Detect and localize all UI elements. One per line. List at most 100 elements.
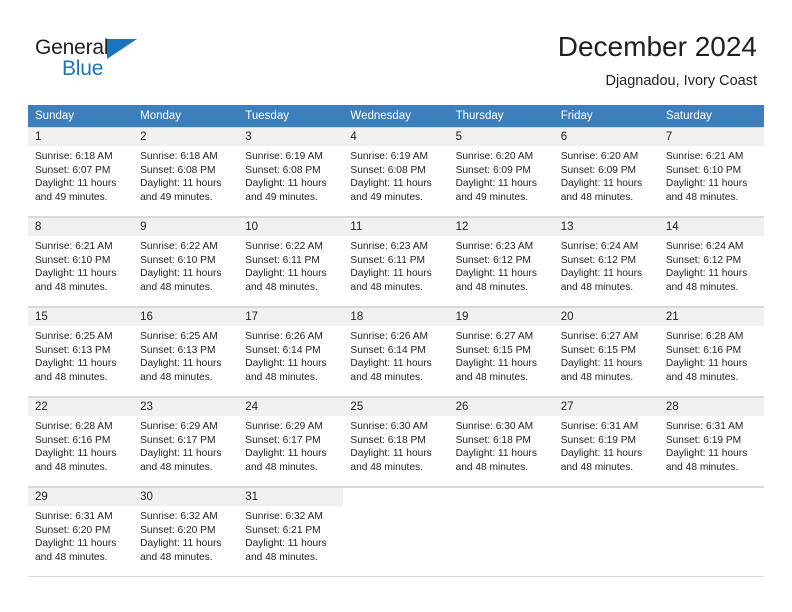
weekday-header-monday: Monday <box>133 105 239 127</box>
calendar-day-cell[interactable]: 14 Sunrise: 6:24 AM Sunset: 6:12 PM Dayl… <box>658 217 764 307</box>
page-title: December 2024 <box>557 31 757 62</box>
daylight-text-line1: Daylight: 11 hours <box>560 268 643 280</box>
sunrise-text: Sunrise: 6:23 AM <box>350 241 429 252</box>
daylight-text-line1: Daylight: 11 hours <box>35 178 117 190</box>
calendar-day-cell[interactable]: 6 Sunrise: 6:20 AM Sunset: 6:09 PM Dayli… <box>553 127 659 217</box>
daylight-text-line1: Daylight: 11 hours <box>665 268 748 280</box>
calendar-day-cell[interactable]: 22 Sunrise: 6:28 AM Sunset: 6:16 PM Dayl… <box>28 397 134 487</box>
sunset-text: Sunset: 6:12 PM <box>665 254 742 266</box>
sunset-text: Sunset: 6:17 PM <box>140 434 216 446</box>
sunrise-text: Sunrise: 6:32 AM <box>140 511 218 522</box>
sunrise-text: Sunrise: 6:18 AM <box>140 151 218 162</box>
day-number: 25 <box>343 398 449 416</box>
calendar-day-cell[interactable]: 19 Sunrise: 6:27 AM Sunset: 6:15 PM Dayl… <box>448 307 554 397</box>
calendar-day-cell[interactable]: 17 Sunrise: 6:26 AM Sunset: 6:14 PM Dayl… <box>238 307 344 397</box>
page-header: General Blue December 2024 Djagnadou, Iv… <box>0 0 792 104</box>
day-details: Sunrise: 6:25 AM Sunset: 6:13 PM Dayligh… <box>133 326 238 384</box>
sunset-text: Sunset: 6:08 PM <box>350 164 426 176</box>
daylight-text-line1: Daylight: 11 hours <box>35 538 117 550</box>
sunrise-text: Sunrise: 6:19 AM <box>350 151 429 162</box>
logo-text-blue: Blue <box>62 57 104 80</box>
day-details: Sunrise: 6:28 AM Sunset: 6:16 PM Dayligh… <box>28 416 133 474</box>
day-details: Sunrise: 6:32 AM Sunset: 6:21 PM Dayligh… <box>238 506 343 564</box>
day-details: Sunrise: 6:27 AM Sunset: 6:15 PM Dayligh… <box>554 326 659 384</box>
calendar-day-cell[interactable]: 9 Sunrise: 6:22 AM Sunset: 6:10 PM Dayli… <box>133 217 239 307</box>
day-details: Sunrise: 6:31 AM Sunset: 6:20 PM Dayligh… <box>28 506 133 564</box>
day-details: Sunrise: 6:24 AM Sunset: 6:12 PM Dayligh… <box>659 236 764 294</box>
calendar-day-cell[interactable]: 31 Sunrise: 6:32 AM Sunset: 6:21 PM Dayl… <box>238 487 344 577</box>
day-number: 29 <box>28 488 134 506</box>
sunset-text: Sunset: 6:21 PM <box>245 524 321 536</box>
calendar-day-cell[interactable]: 18 Sunrise: 6:26 AM Sunset: 6:14 PM Dayl… <box>343 307 449 397</box>
daylight-text-line2: and 48 minutes. <box>35 281 108 293</box>
calendar-day-cell[interactable]: 23 Sunrise: 6:29 AM Sunset: 6:17 PM Dayl… <box>133 397 239 487</box>
daylight-text-line1: Daylight: 11 hours <box>560 448 643 460</box>
day-number: 27 <box>553 398 659 416</box>
daylight-text-line1: Daylight: 11 hours <box>245 538 327 550</box>
daylight-text-line1: Daylight: 11 hours <box>350 178 432 190</box>
daylight-text-line1: Daylight: 11 hours <box>35 448 117 460</box>
daylight-text-line2: and 48 minutes. <box>35 371 108 383</box>
daylight-text-line1: Daylight: 11 hours <box>455 448 537 460</box>
calendar-day-cell[interactable]: 10 Sunrise: 6:22 AM Sunset: 6:11 PM Dayl… <box>238 217 344 307</box>
calendar-week-row: 29 Sunrise: 6:31 AM Sunset: 6:20 PM Dayl… <box>28 487 764 577</box>
daylight-text-line2: and 48 minutes. <box>455 461 529 473</box>
calendar-day-cell[interactable]: 16 Sunrise: 6:25 AM Sunset: 6:13 PM Dayl… <box>133 307 239 397</box>
sunrise-text: Sunrise: 6:20 AM <box>560 151 639 162</box>
day-details: Sunrise: 6:31 AM Sunset: 6:19 PM Dayligh… <box>659 416 764 474</box>
day-details: Sunrise: 6:30 AM Sunset: 6:18 PM Dayligh… <box>343 416 448 474</box>
day-details: Sunrise: 6:21 AM Sunset: 6:10 PM Dayligh… <box>28 236 133 294</box>
day-details: Sunrise: 6:22 AM Sunset: 6:10 PM Dayligh… <box>133 236 238 294</box>
calendar-day-cell[interactable]: 11 Sunrise: 6:23 AM Sunset: 6:11 PM Dayl… <box>343 217 449 307</box>
calendar-day-cell[interactable]: 7 Sunrise: 6:21 AM Sunset: 6:10 PM Dayli… <box>658 127 764 217</box>
day-number <box>658 488 764 506</box>
calendar-day-cell[interactable]: 20 Sunrise: 6:27 AM Sunset: 6:15 PM Dayl… <box>553 307 659 397</box>
calendar-day-cell[interactable]: 1 Sunrise: 6:18 AM Sunset: 6:07 PM Dayli… <box>28 127 134 217</box>
day-details: Sunrise: 6:20 AM Sunset: 6:09 PM Dayligh… <box>554 146 659 204</box>
day-number: 16 <box>133 308 239 326</box>
daylight-text-line1: Daylight: 11 hours <box>35 268 117 280</box>
calendar-day-cell[interactable]: 8 Sunrise: 6:21 AM Sunset: 6:10 PM Dayli… <box>28 217 134 307</box>
day-details: Sunrise: 6:28 AM Sunset: 6:16 PM Dayligh… <box>659 326 764 384</box>
calendar-day-cell[interactable]: 12 Sunrise: 6:23 AM Sunset: 6:12 PM Dayl… <box>448 217 554 307</box>
daylight-text-line2: and 48 minutes. <box>665 371 739 383</box>
daylight-text-line1: Daylight: 11 hours <box>140 178 222 190</box>
sunset-text: Sunset: 6:14 PM <box>245 344 321 356</box>
calendar-day-cell[interactable]: 3 Sunrise: 6:19 AM Sunset: 6:08 PM Dayli… <box>238 127 344 217</box>
calendar-day-cell[interactable]: 28 Sunrise: 6:31 AM Sunset: 6:19 PM Dayl… <box>658 397 764 487</box>
day-number: 22 <box>28 398 134 416</box>
daylight-text-line2: and 49 minutes. <box>140 191 213 203</box>
calendar-day-cell[interactable]: 30 Sunrise: 6:32 AM Sunset: 6:20 PM Dayl… <box>133 487 239 577</box>
daylight-text-line2: and 48 minutes. <box>245 551 318 563</box>
calendar-day-cell[interactable]: 29 Sunrise: 6:31 AM Sunset: 6:20 PM Dayl… <box>28 487 134 577</box>
calendar-day-cell[interactable]: 4 Sunrise: 6:19 AM Sunset: 6:08 PM Dayli… <box>343 127 449 217</box>
calendar-day-cell[interactable]: 24 Sunrise: 6:29 AM Sunset: 6:17 PM Dayl… <box>238 397 344 487</box>
day-number: 1 <box>28 128 134 146</box>
sunrise-text: Sunrise: 6:31 AM <box>665 421 744 432</box>
calendar-day-cell[interactable]: 13 Sunrise: 6:24 AM Sunset: 6:12 PM Dayl… <box>553 217 659 307</box>
calendar-day-cell[interactable]: 25 Sunrise: 6:30 AM Sunset: 6:18 PM Dayl… <box>343 397 449 487</box>
calendar-day-cell[interactable]: 26 Sunrise: 6:30 AM Sunset: 6:18 PM Dayl… <box>448 397 554 487</box>
calendar-day-cell[interactable]: 2 Sunrise: 6:18 AM Sunset: 6:08 PM Dayli… <box>133 127 239 217</box>
sunset-text: Sunset: 6:07 PM <box>35 164 111 176</box>
daylight-text-line1: Daylight: 11 hours <box>245 178 327 190</box>
calendar-day-cell[interactable]: 21 Sunrise: 6:28 AM Sunset: 6:16 PM Dayl… <box>658 307 764 397</box>
weekday-header-tuesday: Tuesday <box>238 105 344 127</box>
calendar-day-cell[interactable]: 5 Sunrise: 6:20 AM Sunset: 6:09 PM Dayli… <box>448 127 554 217</box>
sunrise-text: Sunrise: 6:23 AM <box>455 241 534 252</box>
day-number: 17 <box>238 308 344 326</box>
day-number: 6 <box>553 128 659 146</box>
sunset-text: Sunset: 6:19 PM <box>665 434 742 446</box>
weekday-header-saturday: Saturday <box>658 105 764 127</box>
weekday-header-sunday: Sunday <box>28 105 134 127</box>
calendar-day-cell-empty <box>343 487 449 577</box>
daylight-text-line2: and 48 minutes. <box>245 461 318 473</box>
day-details: Sunrise: 6:32 AM Sunset: 6:20 PM Dayligh… <box>133 506 238 564</box>
calendar-day-cell-empty <box>448 487 554 577</box>
calendar-day-cell[interactable]: 27 Sunrise: 6:31 AM Sunset: 6:19 PM Dayl… <box>553 397 659 487</box>
sunrise-text: Sunrise: 6:26 AM <box>350 331 429 342</box>
daylight-text-line2: and 49 minutes. <box>455 191 529 203</box>
general-blue-logo[interactable]: General Blue <box>35 36 235 86</box>
calendar-day-cell[interactable]: 15 Sunrise: 6:25 AM Sunset: 6:13 PM Dayl… <box>28 307 134 397</box>
sunrise-text: Sunrise: 6:32 AM <box>245 511 323 522</box>
